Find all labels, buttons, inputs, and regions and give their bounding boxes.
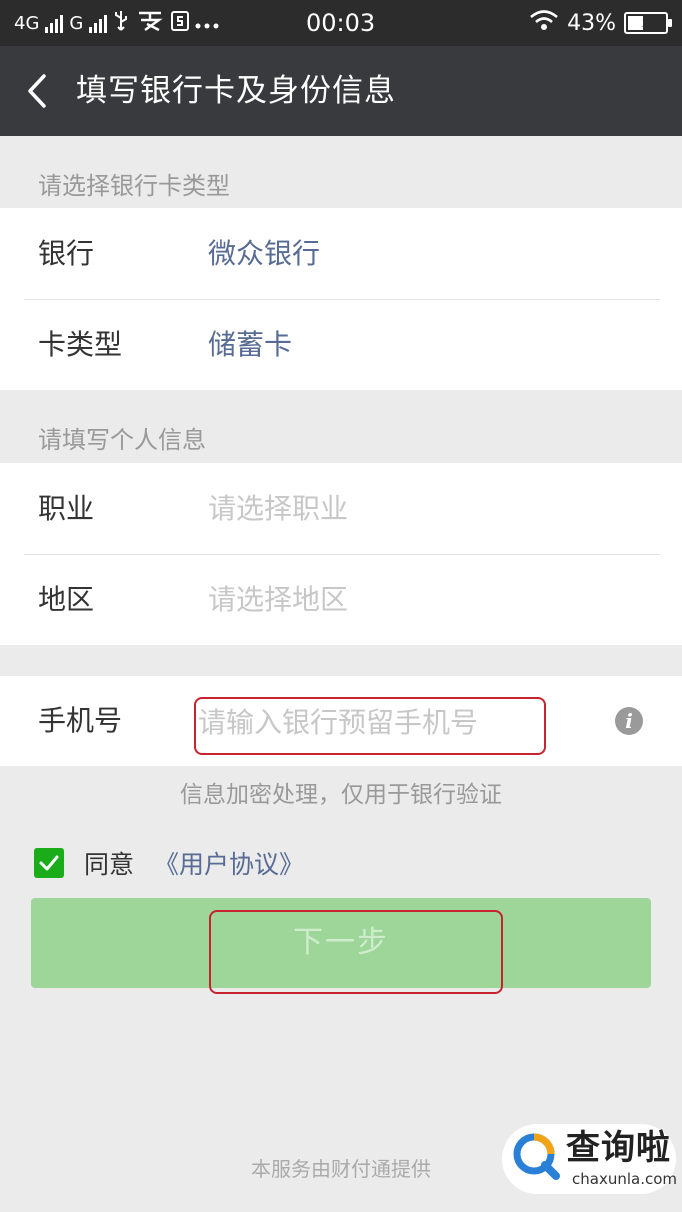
watermark: 查询啦 chaxunla.com: [502, 1124, 677, 1194]
card-type-value: 储蓄卡: [208, 328, 293, 361]
highlight-box-phone: [194, 697, 546, 755]
highlight-box-next: [209, 910, 503, 994]
status-right: 43% ⚡: [529, 9, 672, 37]
usb-icon: [113, 10, 129, 37]
nav-bar: 填写银行卡及身份信息: [0, 46, 682, 136]
checkmark-icon: [39, 855, 59, 871]
bank-value: 微众银行: [208, 237, 321, 270]
card-type-label: 卡类型: [38, 328, 123, 361]
magnifier-logo-icon: [513, 1133, 560, 1180]
region-row[interactable]: 地区 请选择地区: [0, 554, 682, 645]
bank-label: 银行: [38, 237, 95, 270]
app-notification-icon: [135, 10, 165, 37]
signal-icon: [45, 13, 64, 33]
region-label: 地区: [38, 583, 95, 616]
occupation-row[interactable]: 职业 请选择职业: [0, 463, 682, 554]
personal-info-group: 职业 请选择职业 地区 请选择地区: [0, 463, 682, 645]
battery-percent: 43%: [567, 10, 616, 36]
chevron-left-icon: [28, 74, 46, 108]
status-bar: 4G G 00:03 43% ⚡: [0, 0, 682, 46]
agreement-row: 同意 《用户协议》: [34, 846, 304, 880]
back-button[interactable]: [14, 66, 64, 116]
clock: 00:03: [306, 9, 376, 37]
section-label-personal-info: 请填写个人信息: [38, 426, 206, 454]
page-title: 填写银行卡及身份信息: [76, 73, 396, 109]
user-agreement-link[interactable]: 《用户协议》: [154, 845, 304, 881]
card-type-group: 银行 微众银行 卡类型 储蓄卡: [0, 208, 682, 390]
watermark-url: chaxunla.com: [572, 1170, 677, 1188]
occupation-placeholder: 请选择职业: [208, 492, 349, 525]
notification-s-icon: [171, 10, 190, 36]
battery-icon: ⚡: [624, 12, 672, 34]
section-label-card-type: 请选择银行卡类型: [38, 172, 230, 200]
network-type-1: 4G: [14, 12, 40, 34]
bank-row[interactable]: 银行 微众银行: [0, 208, 682, 299]
more-notifications-icon: [195, 13, 219, 34]
wifi-icon: [529, 9, 559, 37]
agree-checkbox[interactable]: [34, 848, 64, 878]
watermark-title: 查询啦: [566, 1128, 671, 1168]
card-type-row[interactable]: 卡类型 储蓄卡: [0, 299, 682, 390]
info-icon[interactable]: i: [615, 707, 643, 735]
occupation-label: 职业: [38, 492, 95, 525]
region-placeholder: 请选择地区: [208, 583, 349, 616]
charging-icon: ⚡: [640, 12, 652, 31]
phone-label: 手机号: [38, 704, 123, 737]
agree-label: 同意: [84, 850, 135, 879]
network-type-2: G: [69, 12, 84, 34]
encryption-hint: 信息加密处理，仅用于银行验证: [180, 782, 502, 808]
signal-icon-2: [89, 13, 108, 33]
status-left: 4G G: [14, 9, 219, 37]
